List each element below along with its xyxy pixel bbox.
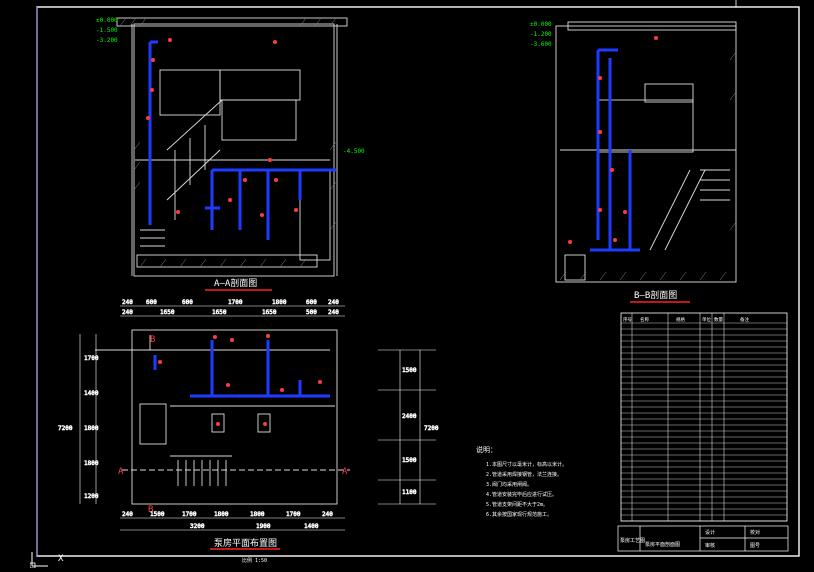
section-bb-hatch	[559, 51, 737, 281]
table-header-no: 序号	[623, 316, 632, 323]
dim-top-3: 600	[182, 299, 193, 306]
note-line-2: 2.管道采用焊接钢管，法兰连接。	[486, 471, 562, 478]
section-bb-elevations: ±0.000 -1.200 -3.600	[530, 21, 552, 48]
plan-pipes	[153, 340, 330, 398]
dim-top2-3: 1650	[212, 309, 227, 316]
dim-bot-3: 1700	[182, 511, 197, 518]
dim-left-2: 1400	[84, 390, 99, 397]
dim-left-3: 1800	[84, 425, 99, 432]
elev-aa-1: ±0.000	[96, 17, 118, 24]
elev-bb-3: -3.600	[530, 41, 552, 48]
title-block-project: 泵房工艺图	[620, 537, 645, 544]
notes-title: 说明：	[476, 445, 497, 454]
dim-right-4: 1100	[402, 489, 417, 496]
dim-right-3: 1500	[402, 457, 417, 464]
section-bb-callouts	[568, 36, 658, 244]
title-block-field-number: 图号	[750, 543, 760, 549]
dim-bot-4: 1800	[214, 511, 229, 518]
elev-bb-2: -1.200	[530, 31, 552, 38]
dim-left-4: 1800	[84, 460, 99, 467]
elev-aa-2: -1.500	[96, 27, 118, 34]
plan-callouts	[158, 334, 322, 426]
dim-top2-4: 1650	[262, 309, 277, 316]
dim-top-1: 240	[122, 299, 133, 306]
dim-bot2-1: 3200	[190, 523, 205, 530]
plan-view: A A B B 240 600 600 1700 1800 600 240 24…	[58, 299, 350, 564]
ucs-axis-icon	[30, 552, 48, 568]
notes: 说明： 1.本图尺寸以毫米计，标高以米计。 2.管道采用焊接钢管，法兰连接。 3…	[476, 445, 567, 518]
right-dimension-column: 1500 2400 1500 1100 7200	[378, 349, 439, 505]
dim-right-total: 7200	[424, 425, 439, 432]
title-block-drawing-name: 泵房平面剖面图	[645, 541, 680, 548]
section-bb-walls	[555, 21, 737, 283]
cad-drawing-canvas: ±0.000 -1.500 -3.200 -4.500 A—A剖面图 ±0.00…	[36, 0, 800, 564]
plan-title: 泵房平面布置图	[214, 537, 277, 549]
plan-bottom-dimensions: 240 1500 1700 1800 1800 1700 240 3200 19…	[120, 511, 345, 531]
dim-right-1: 1500	[402, 367, 417, 374]
section-aa: ±0.000 -1.500 -3.200 -4.500 A—A剖面图	[96, 17, 365, 291]
plan-section-markers: A A B B	[118, 335, 348, 515]
note-line-3: 3.阀门均采用闸阀。	[486, 481, 532, 488]
dim-top-5: 1800	[272, 299, 287, 306]
plan-left-dimensions: 1700 1400 1800 1800 1200 7200	[58, 334, 99, 504]
dim-bot-5: 1800	[250, 511, 265, 518]
section-bb: ±0.000 -1.200 -3.600 B—B剖面图	[530, 21, 737, 303]
title-block-field-review: 审核	[705, 542, 715, 549]
dim-bot2-2: 1900	[256, 523, 271, 530]
dim-bot-7: 240	[322, 511, 333, 518]
dim-bot-2: 1500	[150, 511, 165, 518]
plan-scale: 比例 1:50	[242, 557, 267, 564]
dim-top-2: 600	[146, 299, 157, 306]
table-header-remark: 备注	[740, 316, 749, 323]
note-line-6: 6.其余按国家现行规范施工。	[486, 511, 552, 518]
dim-bot-1: 240	[122, 511, 133, 518]
title-block-field-design: 设计	[705, 529, 715, 536]
plan-walls	[95, 329, 350, 505]
dim-top-6: 600	[306, 299, 317, 306]
elev-aa-4: -4.500	[343, 148, 365, 155]
section-aa-elevations: ±0.000 -1.500 -3.200 -4.500	[96, 17, 365, 155]
table-header-spec: 规格	[676, 316, 685, 323]
dim-bot-6: 1700	[286, 511, 301, 518]
equipment-table: 序号 名称 规格 单位 数量 备注	[620, 312, 788, 522]
ucs-x-label: X	[58, 554, 64, 564]
dim-top-7: 240	[328, 299, 339, 306]
elev-bb-1: ±0.000	[530, 21, 552, 28]
elev-aa-3: -3.200	[96, 37, 118, 44]
section-bb-title: B—B剖面图	[634, 289, 677, 301]
note-line-4: 4.管道安装完毕后应进行试压。	[486, 491, 557, 498]
table-header-qty: 数量	[714, 316, 723, 323]
title-block-field-check: 校对	[750, 529, 760, 536]
dim-top2-5: 500	[306, 309, 317, 316]
table-header-unit: 单位	[702, 316, 711, 323]
dim-bot2-3: 1400	[304, 523, 319, 530]
dim-top2-6: 240	[328, 309, 339, 316]
dim-left-5: 1200	[84, 493, 99, 500]
section-aa-title: A—A剖面图	[214, 277, 257, 289]
marker-a-right: A	[342, 467, 348, 477]
note-line-5: 5.管道支架间距不大于2m。	[486, 501, 548, 508]
dim-right-2: 2400	[402, 413, 417, 420]
table-header-name: 名称	[640, 316, 649, 323]
marker-a-left: A	[118, 467, 124, 477]
dim-top2-1: 240	[122, 309, 133, 316]
dim-top2-2: 1650	[160, 309, 175, 316]
marker-b-top: B	[150, 335, 155, 345]
dim-left-1: 1700	[84, 355, 99, 362]
dim-top-4: 1700	[228, 299, 243, 306]
plan-top-dimensions: 240 600 600 1700 1800 600 240 240 1650 1…	[120, 299, 345, 317]
note-line-1: 1.本图尺寸以毫米计，标高以米计。	[486, 461, 567, 468]
dim-left-total: 7200	[58, 425, 73, 432]
